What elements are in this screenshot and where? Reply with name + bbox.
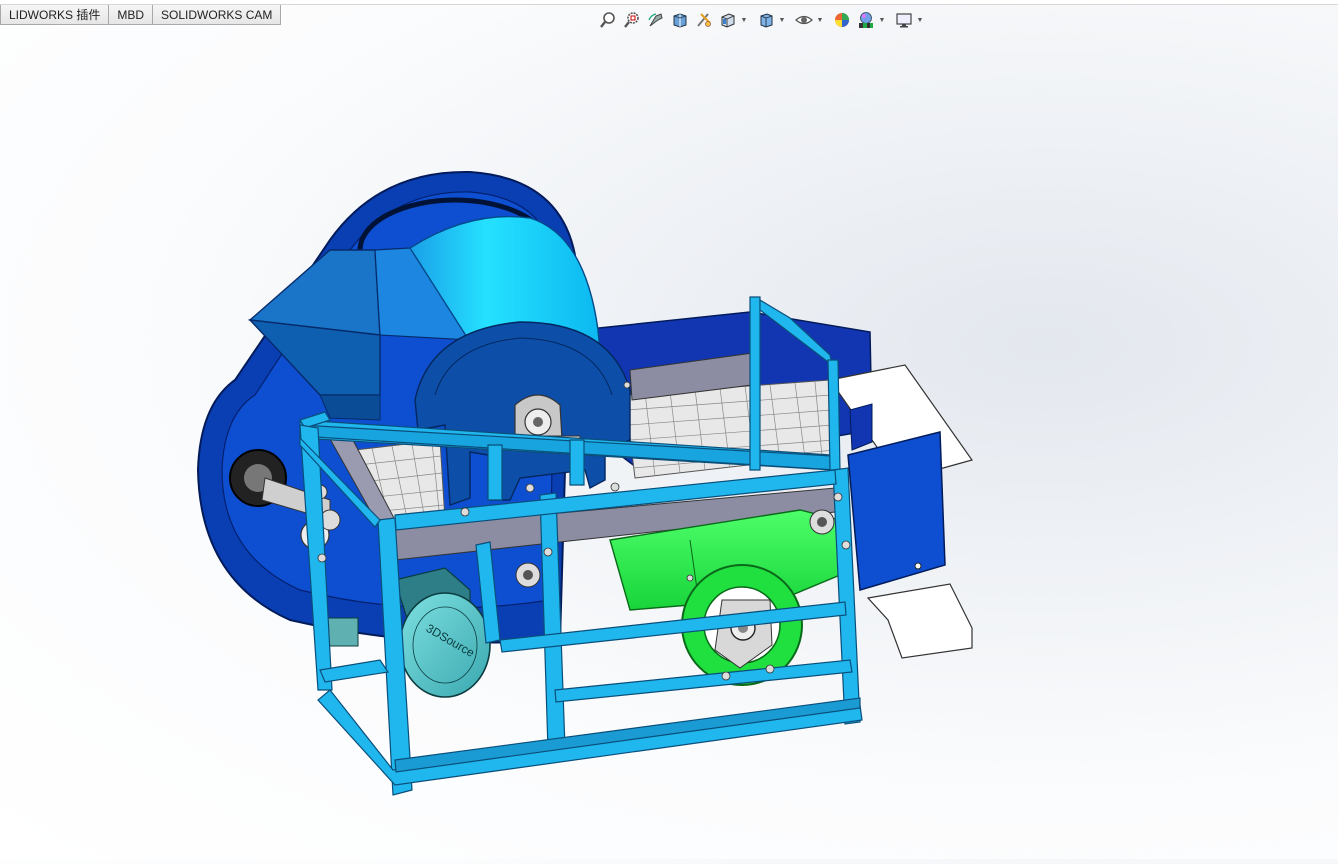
command-manager-tabs: LIDWORKS 插件 MBD SOLIDWORKS CAM (0, 5, 282, 26)
graphics-area[interactable]: 3DSource (0, 26, 1338, 859)
separating-roller (609, 509, 841, 686)
outlet-tray (866, 583, 973, 659)
tab-mbd[interactable]: MBD (109, 5, 154, 25)
tab-solidworks-addins[interactable]: LIDWORKS 插件 (0, 5, 110, 25)
tab-solidworks-cam[interactable]: SOLIDWORKS CAM (153, 5, 282, 25)
machine-3d-model: 3DSource (196, 170, 973, 796)
